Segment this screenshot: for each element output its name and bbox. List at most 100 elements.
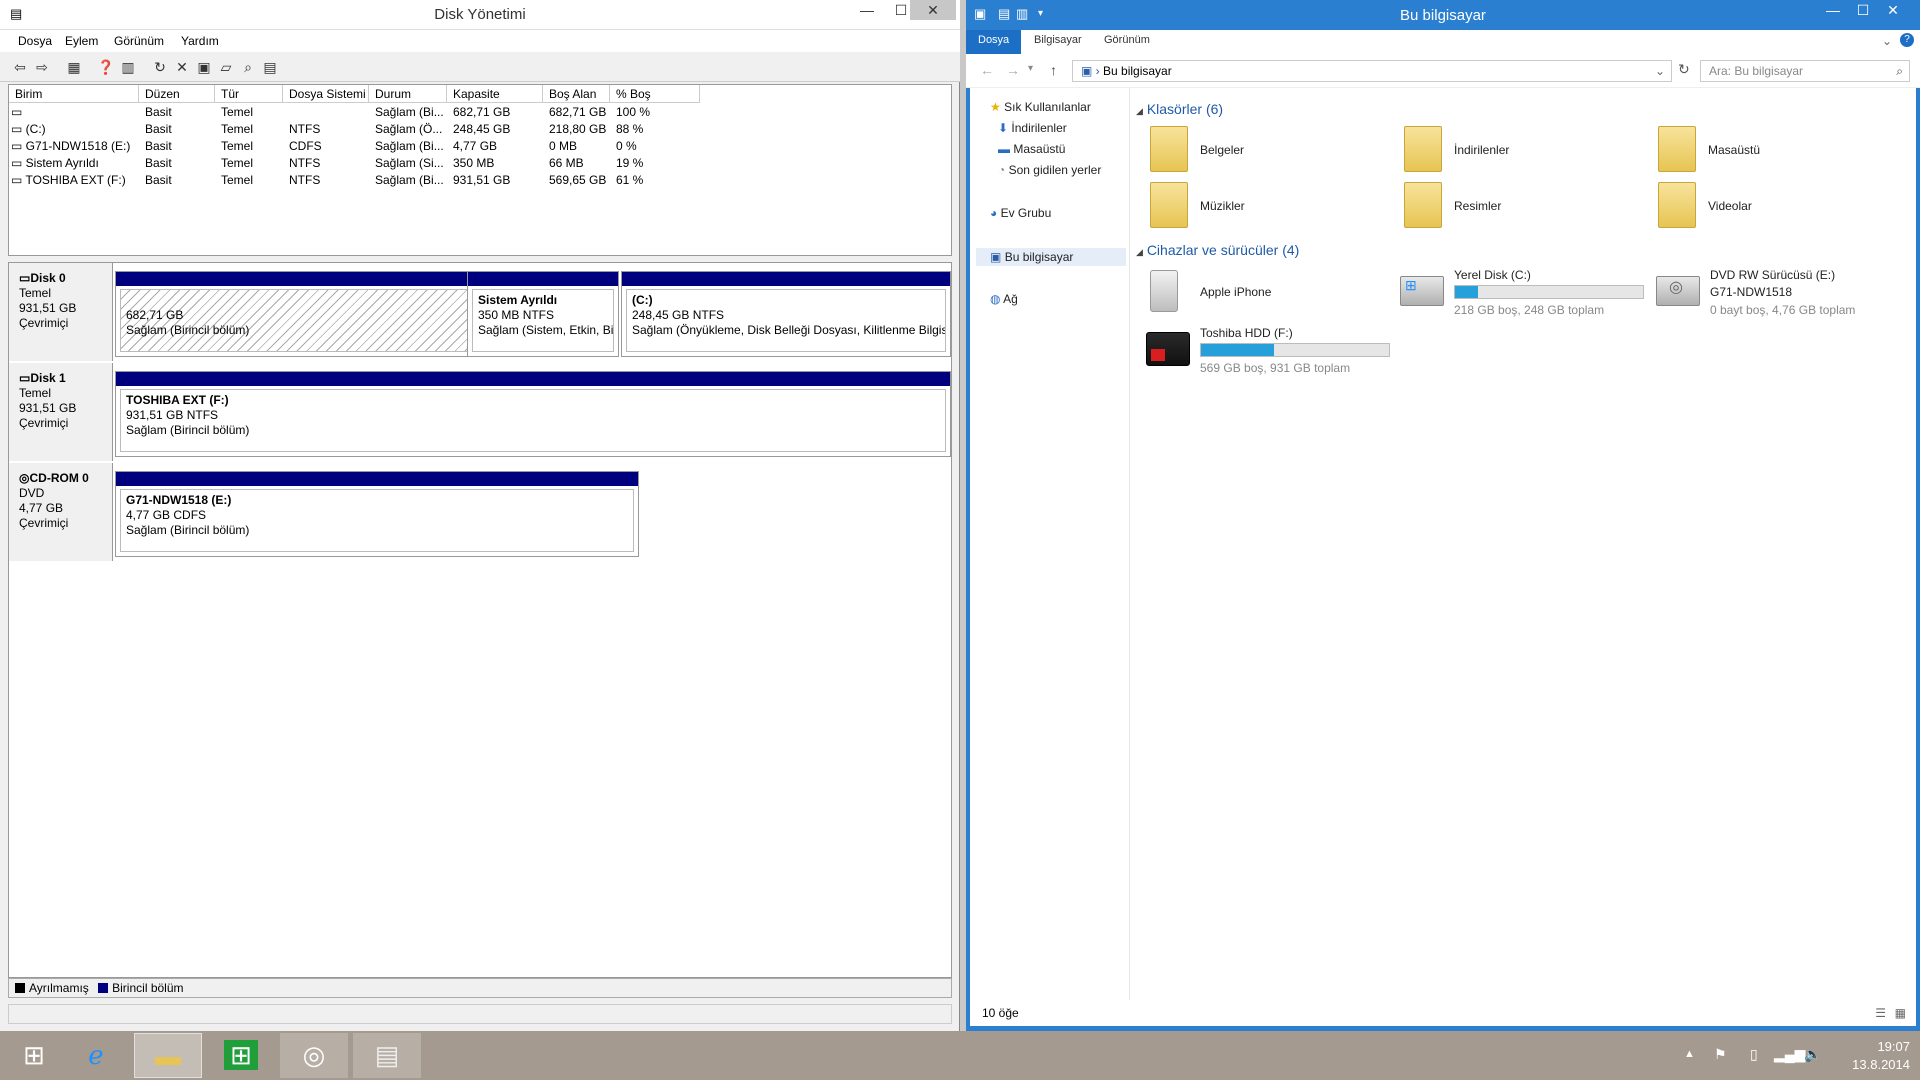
minimize-button[interactable]: — <box>1816 0 1850 20</box>
volume-cell-free[interactable]: 0 MB <box>549 138 610 155</box>
volume-cell-status[interactable]: Sağlam (Bi... <box>375 138 447 155</box>
taskbar-internet-explorer[interactable]: ℯ <box>62 1033 130 1078</box>
partition-c[interactable]: (C:) 248,45 GB NTFS Sağlam (Önyükleme, D… <box>621 271 951 357</box>
address-bar[interactable]: ▣ › Bu bilgisayar ⌄ <box>1072 60 1672 82</box>
show-hidden-icons-icon[interactable]: ▲ <box>1684 1048 1695 1060</box>
volume-cell-layout[interactable]: Basit <box>145 121 215 138</box>
help-icon[interactable]: ❓ <box>96 57 116 77</box>
volume-cell-status[interactable]: Sağlam (Si... <box>375 155 447 172</box>
open-icon[interactable]: ▱ <box>216 57 236 77</box>
help-icon[interactable]: ? <box>1900 33 1914 47</box>
volume-cell-capacity[interactable]: 350 MB <box>453 155 543 172</box>
volume-cell-fs[interactable]: NTFS <box>289 155 369 172</box>
settings-icon[interactable]: ▤ <box>260 57 280 77</box>
taskbar-store[interactable]: ⊞ <box>207 1033 275 1078</box>
taskbar-disc-app[interactable]: ◎ <box>280 1033 348 1078</box>
nav-thispc[interactable]: ▣ Bu bilgisayar <box>976 248 1126 266</box>
volume-cell-fs[interactable]: CDFS <box>289 138 369 155</box>
menu-view[interactable]: Görünüm <box>114 34 164 48</box>
volume-cell-name[interactable]: ▭ <box>11 104 135 121</box>
volume-cell-pct[interactable]: 88 % <box>616 121 700 138</box>
volume-cell-layout[interactable]: Basit <box>145 155 215 172</box>
volume-cell-name[interactable]: ▭ (C:) <box>11 121 135 138</box>
close-button[interactable]: ✕ <box>910 0 956 20</box>
volume-cell-fs[interactable] <box>289 104 369 121</box>
start-button[interactable]: ⊞ <box>0 1033 68 1078</box>
drive-c[interactable]: ⊞ Yerel Disk (C:) 218 GB boş, 248 GB top… <box>1400 266 1644 320</box>
disk-1-header[interactable]: ▭Disk 1 Temel 931,51 GB Çevrimiçi <box>9 363 113 461</box>
volume-cell-free[interactable]: 218,80 GB <box>549 121 610 138</box>
volume-cell-pct[interactable]: 100 % <box>616 104 700 121</box>
recent-dropdown-icon[interactable]: ▾ <box>1028 63 1033 74</box>
battery-icon[interactable]: ▯ <box>1750 1046 1758 1063</box>
volume-cell-name[interactable]: ▭ G71-NDW1518 (E:) <box>11 138 135 155</box>
close-button[interactable]: ✕ <box>1876 0 1910 20</box>
volume-cell-pct[interactable]: 0 % <box>616 138 700 155</box>
action-center-flag-icon[interactable]: ⚑ <box>1714 1046 1727 1063</box>
volume-cell-fs[interactable]: NTFS <box>289 121 369 138</box>
nav-favorites[interactable]: ★ Sık Kullanılanlar <box>990 100 1091 114</box>
cdrom-0-header[interactable]: ◎CD-ROM 0 DVD 4,77 GB Çevrimiçi <box>9 463 113 561</box>
menu-action[interactable]: Eylem <box>65 34 98 48</box>
volume-cell-layout[interactable]: Basit <box>145 172 215 189</box>
disk-0-header[interactable]: ▭Disk 0 Temel 931,51 GB Çevrimiçi <box>9 263 113 361</box>
back-icon[interactable]: ← <box>980 62 994 78</box>
volume-cell-status[interactable]: Sağlam (Bi... <box>375 104 447 121</box>
properties2-icon[interactable]: ▣ <box>194 57 214 77</box>
forward-icon[interactable]: → <box>1006 62 1020 78</box>
nav-network[interactable]: ◍ Ağ <box>990 292 1018 306</box>
col-header-volume[interactable]: Birim <box>9 85 139 103</box>
taskbar-disk-management[interactable]: ▤ <box>353 1033 421 1078</box>
delete-icon[interactable]: ✕ <box>172 57 192 77</box>
partition-e[interactable]: G71-NDW1518 (E:) 4,77 GB CDFS Sağlam (Bi… <box>115 471 639 557</box>
volume-cell-capacity[interactable]: 4,77 GB <box>453 138 543 155</box>
folders-section-header[interactable]: ◢ Klasörler (6) <box>1136 101 1223 117</box>
col-header-free[interactable]: Boş Alan <box>543 85 610 103</box>
network-signal-icon[interactable]: ▂▄▆ <box>1774 1046 1805 1063</box>
volume-cell-capacity[interactable]: 682,71 GB <box>453 104 543 121</box>
col-header-layout[interactable]: Düzen <box>139 85 215 103</box>
partition-f[interactable]: TOSHIBA EXT (F:) 931,51 GB NTFS Sağlam (… <box>115 371 951 457</box>
volume-cell-layout[interactable]: Basit <box>145 138 215 155</box>
explore-icon[interactable]: ⌕ <box>238 57 258 77</box>
refresh-icon[interactable]: ↻ <box>150 57 170 77</box>
col-header-fs[interactable]: Dosya Sistemi <box>283 85 369 103</box>
tab-computer[interactable]: Bilgisayar <box>1034 34 1082 46</box>
volume-cell-pct[interactable]: 19 % <box>616 155 700 172</box>
volume-cell-free[interactable]: 66 MB <box>549 155 610 172</box>
device-iphone[interactable]: Apple iPhone <box>1150 270 1380 320</box>
taskbar-file-explorer[interactable]: ▬ <box>134 1033 202 1078</box>
volume-cell-layout[interactable]: Basit <box>145 104 215 121</box>
forward-icon[interactable]: ⇨ <box>32 57 52 77</box>
menu-help[interactable]: Yardım <box>181 34 219 48</box>
search-input[interactable]: Ara: Bu bilgisayar ⌕ <box>1700 60 1910 82</box>
volume-cell-pct[interactable]: 61 % <box>616 172 700 189</box>
volume-cell-name[interactable]: ▭ Sistem Ayrıldı <box>11 155 135 172</box>
up-icon[interactable]: ↑ <box>1050 62 1057 78</box>
minimize-button[interactable]: — <box>850 0 884 20</box>
volume-cell-type[interactable]: Temel <box>221 104 283 121</box>
taskbar-clock[interactable]: 19:07 13.8.2014 <box>1810 1038 1910 1074</box>
col-header-type[interactable]: Tür <box>215 85 283 103</box>
volume-cell-free[interactable]: 682,71 GB <box>549 104 610 121</box>
volume-cell-capacity[interactable]: 931,51 GB <box>453 172 543 189</box>
tab-view[interactable]: Görünüm <box>1104 34 1150 46</box>
expand-ribbon-icon[interactable]: ⌄ <box>1882 34 1892 48</box>
large-icons-view-icon[interactable]: ▦ <box>1895 1000 1906 1026</box>
refresh-icon[interactable]: ↻ <box>1678 61 1690 78</box>
details-view-icon[interactable]: ☰ <box>1875 1000 1886 1026</box>
nav-downloads[interactable]: ⬇ İndirilenler <box>998 121 1067 135</box>
back-icon[interactable]: ⇦ <box>10 57 30 77</box>
volume-cell-type[interactable]: Temel <box>221 138 283 155</box>
volume-cell-type[interactable]: Temel <box>221 172 283 189</box>
volume-cell-status[interactable]: Sağlam (Bi... <box>375 172 447 189</box>
volume-cell-fs[interactable]: NTFS <box>289 172 369 189</box>
col-header-status[interactable]: Durum <box>369 85 447 103</box>
maximize-button[interactable]: ☐ <box>1846 0 1880 20</box>
address-dropdown-icon[interactable]: ⌄ <box>1655 61 1665 81</box>
partition-unallocated-682[interactable]: 682,71 GB Sağlam (Birincil bölüm) <box>115 271 475 357</box>
col-header-capacity[interactable]: Kapasite <box>447 85 543 103</box>
col-header-pct[interactable]: % Boş <box>610 85 700 103</box>
nav-desktop[interactable]: ▬ Masaüstü <box>998 142 1065 156</box>
tab-file[interactable]: Dosya <box>966 30 1022 54</box>
